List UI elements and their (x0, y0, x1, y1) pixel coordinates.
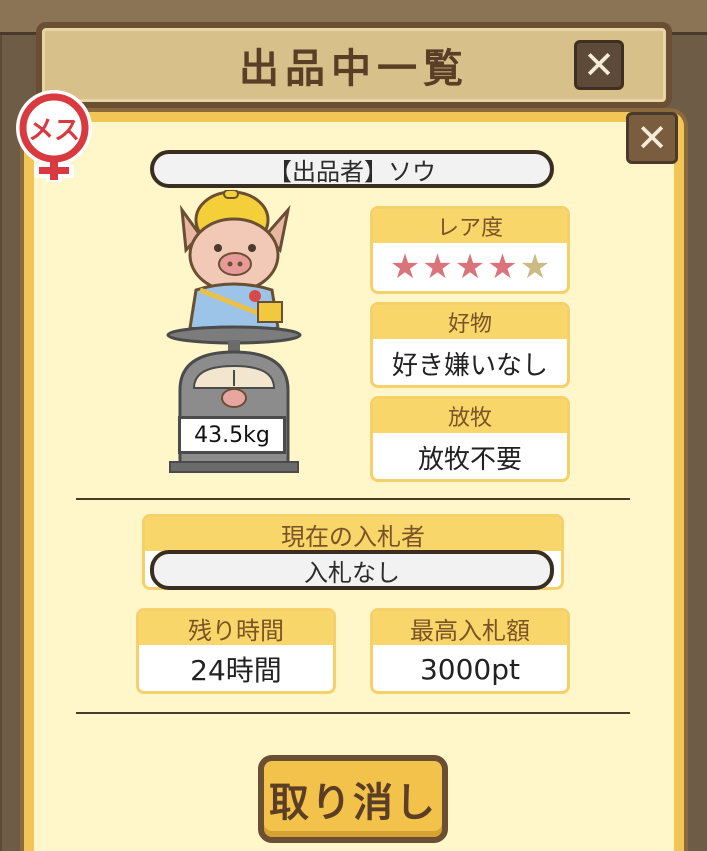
max-bid-label: 最高入札額 (373, 611, 567, 645)
favorite-food-value: 好き嫌いなし (391, 350, 548, 381)
remaining-time-label: 残り時間 (139, 611, 333, 645)
pig-on-scale-illustration: 43.5kg (160, 189, 310, 480)
star-filled-icon: ★ (487, 247, 518, 287)
grazing-value: 放牧不要 (417, 444, 522, 475)
listing-detail-panel (24, 112, 684, 851)
remaining-time-value: 24時間 (190, 654, 282, 687)
divider (76, 498, 630, 500)
rarity-stars: ★ ★ ★ ★ ★ (373, 243, 567, 291)
close-detail-button[interactable]: ✕ (626, 112, 678, 164)
close-icon: ✕ (583, 43, 615, 87)
female-gender-badge: メス (8, 88, 100, 184)
cancel-listing-button[interactable]: 取り消し (258, 755, 448, 843)
gender-label: メス (27, 116, 80, 146)
max-bid-value: 3000pt (419, 652, 520, 686)
page-title: 出品中一覧 (239, 46, 469, 92)
star-filled-icon: ★ (422, 247, 453, 287)
favorite-food-label: 好物 (373, 305, 567, 339)
remaining-time-card: 残り時間 24時間 (136, 608, 336, 694)
star-filled-icon: ★ (454, 247, 486, 287)
rarity-card: レア度 ★ ★ ★ ★ ★ (370, 206, 570, 294)
seller-name: 【出品者】ソウ (150, 150, 554, 188)
divider (76, 712, 630, 714)
rarity-label: レア度 (373, 209, 567, 243)
favorite-food-card: 好物 好き嫌いなし (370, 302, 570, 388)
close-icon: ✕ (636, 116, 668, 160)
star-empty-icon: ★ (519, 247, 551, 287)
grazing-card: 放牧 放牧不要 (370, 396, 570, 482)
close-list-button[interactable]: ✕ (574, 40, 624, 90)
star-filled-icon: ★ (389, 247, 421, 287)
current-bidder-label: 現在の入札者 (145, 517, 561, 551)
grazing-label: 放牧 (373, 399, 567, 433)
max-bid-card: 最高入札額 3000pt (370, 608, 570, 694)
current-bidder-value: 入札なし (150, 550, 554, 590)
weight-display: 43.5kg (178, 416, 286, 454)
